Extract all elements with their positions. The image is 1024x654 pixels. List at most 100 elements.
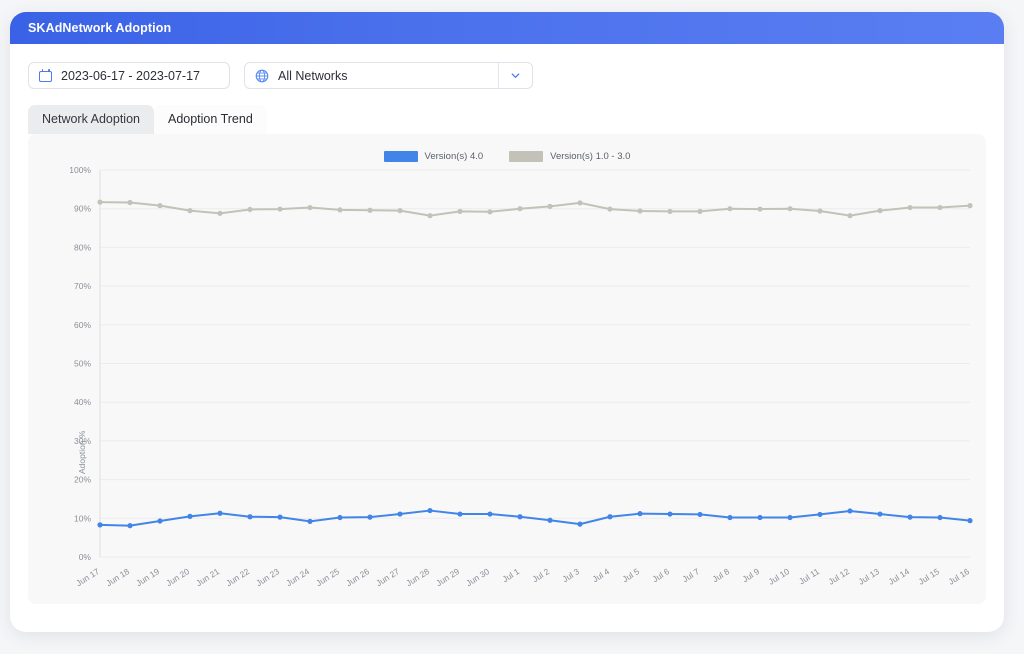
y-axis-tick-label: 90% — [74, 203, 91, 213]
series-data-point[interactable] — [457, 511, 462, 516]
card-body: 2023-06-17 - 2023-07-17 All Networks — [10, 44, 1004, 604]
x-axis-tick-label: Jun 30 — [464, 566, 491, 588]
series-data-point[interactable] — [277, 206, 282, 211]
x-axis-tick-label: Jul 14 — [887, 566, 912, 587]
x-axis-tick-label: Jun 27 — [374, 566, 401, 588]
x-axis-tick-label: Jul 16 — [947, 566, 972, 587]
series-data-point[interactable] — [247, 206, 252, 211]
series-data-point[interactable] — [667, 208, 672, 213]
x-axis-tick-label: Jun 24 — [284, 566, 311, 588]
series-data-point[interactable] — [667, 511, 672, 516]
series-data-point[interactable] — [637, 208, 642, 213]
series-data-point[interactable] — [547, 517, 552, 522]
series-data-point[interactable] — [637, 511, 642, 516]
series-data-point[interactable] — [607, 206, 612, 211]
x-axis-tick-label: Jul 15 — [917, 566, 942, 587]
series-data-point[interactable] — [127, 199, 132, 204]
series-data-point[interactable] — [397, 511, 402, 516]
y-axis-tick-label: 50% — [74, 358, 91, 368]
series-data-point[interactable] — [157, 518, 162, 523]
series-data-point[interactable] — [607, 514, 612, 519]
x-axis-tick-label: Jul 11 — [797, 566, 821, 586]
series-data-point[interactable] — [337, 207, 342, 212]
network-select[interactable]: All Networks — [244, 62, 533, 89]
series-data-point[interactable] — [517, 514, 522, 519]
series-data-point[interactable] — [697, 208, 702, 213]
series-data-point[interactable] — [307, 518, 312, 523]
series-data-point[interactable] — [907, 204, 912, 209]
x-axis-tick-label: Jul 4 — [591, 566, 612, 584]
series-data-point[interactable] — [967, 203, 972, 208]
date-range-value: 2023-06-17 - 2023-07-17 — [61, 69, 200, 83]
x-axis-tick-label: Jul 8 — [711, 566, 732, 584]
series-data-point[interactable] — [187, 208, 192, 213]
y-axis-tick-label: 40% — [74, 397, 91, 407]
series-data-point[interactable] — [967, 518, 972, 523]
series-data-point[interactable] — [517, 206, 522, 211]
x-axis-tick-label: Jun 20 — [164, 566, 191, 588]
series-data-point[interactable] — [427, 507, 432, 512]
series-data-point[interactable] — [937, 514, 942, 519]
x-axis-tick-label: Jul 3 — [561, 566, 582, 584]
series-data-point[interactable] — [97, 199, 102, 204]
network-select-value-area[interactable]: All Networks — [245, 63, 498, 88]
series-data-point[interactable] — [337, 514, 342, 519]
series-data-point[interactable] — [367, 207, 372, 212]
skadnetwork-adoption-card: SKAdNetwork Adoption 2023-06-17 - 2023-0… — [10, 12, 1004, 632]
y-axis-tick-label: 10% — [74, 513, 91, 523]
series-data-point[interactable] — [367, 514, 372, 519]
chevron-down-icon — [509, 69, 522, 82]
y-axis-tick-label: 80% — [74, 242, 91, 252]
series-data-point[interactable] — [127, 523, 132, 528]
series-data-point[interactable] — [487, 209, 492, 214]
series-data-point[interactable] — [757, 514, 762, 519]
series-data-point[interactable] — [247, 514, 252, 519]
x-axis-tick-label: Jun 18 — [104, 566, 131, 588]
series-data-point[interactable] — [817, 208, 822, 213]
series-data-point[interactable] — [157, 203, 162, 208]
x-axis-tick-label: Jul 9 — [741, 566, 762, 584]
series-data-point[interactable] — [787, 206, 792, 211]
series-data-point[interactable] — [187, 513, 192, 518]
series-data-point[interactable] — [97, 522, 102, 527]
x-axis-tick-label: Jun 26 — [344, 566, 371, 588]
series-data-point[interactable] — [847, 213, 852, 218]
tab-network-adoption[interactable]: Network Adoption — [28, 105, 154, 134]
series-data-point[interactable] — [547, 203, 552, 208]
series-data-point[interactable] — [937, 204, 942, 209]
x-axis-tick-label: Jun 19 — [134, 566, 161, 588]
series-data-point[interactable] — [277, 514, 282, 519]
series-data-point[interactable] — [877, 208, 882, 213]
series-data-point[interactable] — [757, 206, 762, 211]
x-axis-tick-label: Jul 10 — [767, 566, 792, 587]
series-data-point[interactable] — [727, 206, 732, 211]
date-range-picker[interactable]: 2023-06-17 - 2023-07-17 — [28, 62, 230, 89]
series-data-point[interactable] — [217, 210, 222, 215]
series-data-point[interactable] — [427, 213, 432, 218]
series-data-point[interactable] — [697, 511, 702, 516]
x-axis-tick-label: Jul 5 — [621, 566, 642, 584]
network-select-value: All Networks — [278, 69, 347, 83]
series-data-point[interactable] — [787, 514, 792, 519]
series-data-point[interactable] — [397, 208, 402, 213]
series-data-point[interactable] — [727, 514, 732, 519]
series-data-point[interactable] — [457, 208, 462, 213]
series-data-point[interactable] — [877, 511, 882, 516]
series-data-point[interactable] — [817, 511, 822, 516]
y-axis-title: Adoption % — [77, 430, 87, 473]
filter-bar: 2023-06-17 - 2023-07-17 All Networks — [28, 62, 986, 89]
series-data-point[interactable] — [577, 521, 582, 526]
series-data-point[interactable] — [487, 511, 492, 516]
globe-icon — [255, 69, 269, 83]
series-data-point[interactable] — [577, 200, 582, 205]
network-select-toggle[interactable] — [498, 63, 532, 88]
y-axis-tick-label: 20% — [74, 474, 91, 484]
series-data-point[interactable] — [307, 204, 312, 209]
x-axis-tick-label: Jun 29 — [434, 566, 461, 588]
series-data-point[interactable] — [217, 510, 222, 515]
x-axis-tick-label: Jul 2 — [531, 566, 552, 584]
x-axis-tick-label: Jul 13 — [857, 566, 882, 587]
series-data-point[interactable] — [907, 514, 912, 519]
tab-adoption-trend[interactable]: Adoption Trend — [154, 105, 267, 134]
series-data-point[interactable] — [847, 508, 852, 513]
